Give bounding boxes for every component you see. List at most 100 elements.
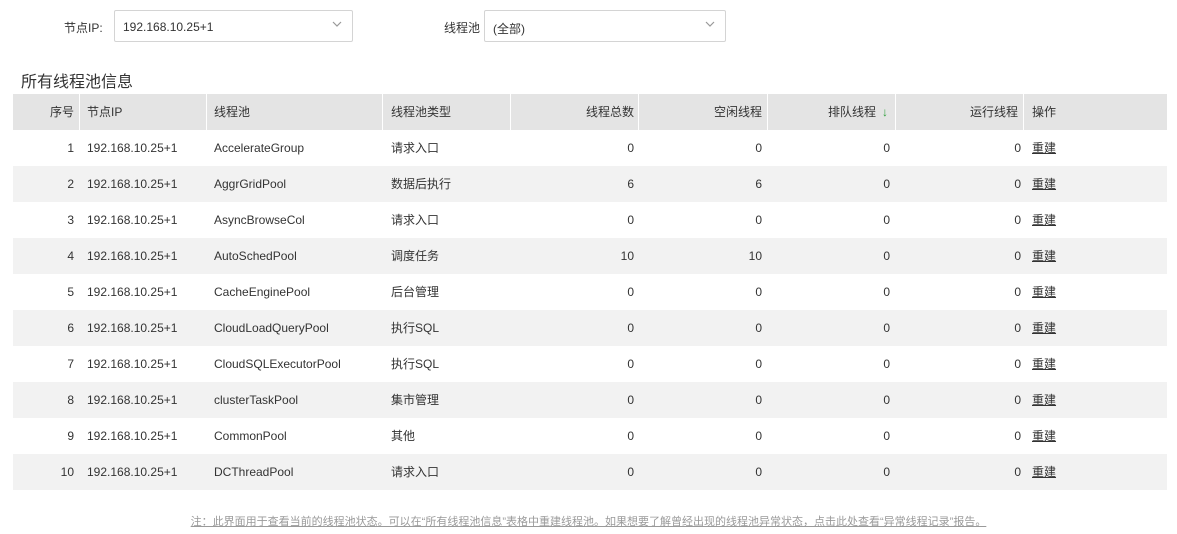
cell-queued-threads: 0 bbox=[883, 429, 890, 443]
cell-node-ip: 192.168.10.25+1 bbox=[87, 429, 178, 443]
table-row: 9 192.168.10.25+1 CommonPool 其他 0 0 0 0 重建 bbox=[13, 418, 1167, 454]
cell-index: 3 bbox=[67, 213, 74, 227]
col-header-queued-label: 排队线程 bbox=[827, 105, 876, 119]
cell-queued-threads: 0 bbox=[883, 357, 890, 371]
cell-total-threads: 0 bbox=[627, 141, 634, 155]
cell-node-ip: 192.168.10.25+1 bbox=[87, 177, 178, 191]
rebuild-link[interactable]: 重建 bbox=[1032, 238, 1056, 274]
cell-queued-threads: 0 bbox=[883, 213, 890, 227]
cell-total-threads: 0 bbox=[627, 393, 634, 407]
cell-node-ip: 192.168.10.25+1 bbox=[87, 213, 178, 227]
col-header-idle-threads[interactable]: 空闲线程 bbox=[643, 94, 762, 130]
cell-total-threads: 6 bbox=[627, 177, 634, 191]
cell-thread-pool: AsyncBrowseCol bbox=[214, 213, 305, 227]
cell-queued-threads: 0 bbox=[883, 465, 890, 479]
cell-index: 6 bbox=[67, 321, 74, 335]
cell-thread-pool: CloudSQLExecutorPool bbox=[214, 357, 341, 371]
cell-running-threads: 0 bbox=[1014, 141, 1021, 155]
cell-pool-type: 请求入口 bbox=[391, 465, 440, 479]
table-row: 5 192.168.10.25+1 CacheEnginePool 后台管理 0 0 0 0 重… bbox=[13, 274, 1167, 310]
cell-idle-threads: 10 bbox=[748, 249, 762, 263]
rebuild-link[interactable]: 重建 bbox=[1032, 418, 1056, 454]
rebuild-link[interactable]: 重建 bbox=[1032, 274, 1056, 310]
cell-index: 4 bbox=[67, 249, 74, 263]
col-header-queued-threads[interactable]: 排队线程 ↓ bbox=[771, 94, 888, 130]
cell-thread-pool: CloudLoadQueryPool bbox=[214, 321, 329, 335]
cell-thread-pool: CacheEnginePool bbox=[214, 285, 311, 299]
cell-queued-threads: 0 bbox=[883, 393, 890, 407]
cell-node-ip: 192.168.10.25+1 bbox=[87, 465, 178, 479]
col-header-node-ip[interactable]: 节点IP bbox=[87, 94, 122, 130]
table-header: 序号 节点IP 线程池 线程池类型 线程总数 空闲线程 排队线程 ↓ 运行线程 操… bbox=[13, 94, 1167, 130]
table-row: 1 192.168.10.25+1 AccelerateGroup 请求入口 0 0 0 0 重… bbox=[13, 130, 1167, 166]
rebuild-link[interactable]: 重建 bbox=[1032, 166, 1056, 202]
cell-node-ip: 192.168.10.25+1 bbox=[87, 321, 178, 335]
thread-pool-label: 线程池 bbox=[444, 21, 481, 35]
col-header-index[interactable]: 序号 bbox=[13, 94, 74, 130]
thread-pool-table: 序号 节点IP 线程池 线程池类型 线程总数 空闲线程 排队线程 ↓ 运行线程 操… bbox=[13, 94, 1167, 490]
cell-running-threads: 0 bbox=[1014, 285, 1021, 299]
node-ip-value: 192.168.10.25+1 bbox=[123, 20, 214, 34]
cell-pool-type: 请求入口 bbox=[391, 213, 440, 227]
chevron-down-icon bbox=[332, 21, 342, 27]
cell-idle-threads: 0 bbox=[755, 393, 762, 407]
cell-running-threads: 0 bbox=[1014, 249, 1021, 263]
cell-pool-type: 执行SQL bbox=[391, 321, 440, 335]
cell-total-threads: 0 bbox=[627, 285, 634, 299]
cell-idle-threads: 0 bbox=[755, 357, 762, 371]
cell-running-threads: 0 bbox=[1014, 213, 1021, 227]
cell-idle-threads: 0 bbox=[755, 321, 762, 335]
cell-index: 7 bbox=[67, 357, 74, 371]
col-header-actions: 操作 bbox=[1032, 105, 1057, 119]
cell-idle-threads: 0 bbox=[755, 465, 762, 479]
cell-running-threads: 0 bbox=[1014, 177, 1021, 191]
col-header-running-threads[interactable]: 运行线程 bbox=[899, 94, 1018, 130]
cell-pool-type: 数据后执行 bbox=[391, 177, 452, 191]
cell-node-ip: 192.168.10.25+1 bbox=[87, 249, 178, 263]
section-title: 所有线程池信息 bbox=[21, 74, 134, 91]
chevron-down-icon bbox=[705, 21, 715, 27]
rebuild-link[interactable]: 重建 bbox=[1032, 130, 1056, 166]
cell-running-threads: 0 bbox=[1014, 393, 1021, 407]
cell-total-threads: 0 bbox=[627, 465, 634, 479]
cell-index: 8 bbox=[67, 393, 74, 407]
cell-pool-type: 调度任务 bbox=[391, 249, 440, 263]
table-row: 4 192.168.10.25+1 AutoSchedPool 调度任务 10 10 0 0 重… bbox=[13, 238, 1167, 274]
cell-index: 10 bbox=[60, 465, 74, 479]
table-row: 6 192.168.10.25+1 CloudLoadQueryPool 执行SQL 0… bbox=[13, 310, 1167, 346]
cell-index: 2 bbox=[67, 177, 74, 191]
cell-thread-pool: CommonPool bbox=[214, 429, 287, 443]
cell-pool-type: 其他 bbox=[391, 429, 416, 443]
col-header-thread-pool[interactable]: 线程池 bbox=[214, 94, 250, 130]
table-row: 10 192.168.10.25+1 DCThreadPool 请求入口 0 0 0 0 重建 bbox=[13, 454, 1167, 490]
cell-pool-type: 执行SQL bbox=[391, 357, 440, 371]
rebuild-link[interactable]: 重建 bbox=[1032, 454, 1056, 490]
cell-running-threads: 0 bbox=[1014, 429, 1021, 443]
cell-pool-type: 请求入口 bbox=[391, 141, 440, 155]
cell-pool-type: 集市管理 bbox=[391, 393, 440, 407]
rebuild-link[interactable]: 重建 bbox=[1032, 310, 1056, 346]
cell-queued-threads: 0 bbox=[883, 285, 890, 299]
cell-queued-threads: 0 bbox=[883, 177, 890, 191]
col-header-total-threads[interactable]: 线程总数 bbox=[513, 94, 634, 130]
node-ip-select[interactable]: 192.168.10.25+1 bbox=[114, 10, 353, 42]
cell-node-ip: 192.168.10.25+1 bbox=[87, 141, 178, 155]
thread-pool-select[interactable]: (全部) bbox=[484, 10, 726, 42]
cell-queued-threads: 0 bbox=[883, 141, 890, 155]
cell-running-threads: 0 bbox=[1014, 321, 1021, 335]
cell-thread-pool: AutoSchedPool bbox=[214, 249, 297, 263]
cell-total-threads: 10 bbox=[620, 249, 634, 263]
cell-node-ip: 192.168.10.25+1 bbox=[87, 285, 178, 299]
node-ip-label: 节点IP: bbox=[64, 21, 103, 35]
cell-thread-pool: AccelerateGroup bbox=[214, 141, 305, 155]
rebuild-link[interactable]: 重建 bbox=[1032, 202, 1056, 238]
footer-note-link[interactable]: 注：此界面用于查看当前的线程池状态。可以在“所有线程池信息”表格中重建线程池。如… bbox=[0, 513, 1177, 529]
col-header-pool-type[interactable]: 线程池类型 bbox=[391, 94, 451, 130]
cell-total-threads: 0 bbox=[627, 321, 634, 335]
table-row: 8 192.168.10.25+1 clusterTaskPool 集市管理 0 0 0 0 重… bbox=[13, 382, 1167, 418]
rebuild-link[interactable]: 重建 bbox=[1032, 382, 1056, 418]
cell-running-threads: 0 bbox=[1014, 357, 1021, 371]
cell-index: 5 bbox=[67, 285, 74, 299]
cell-thread-pool: clusterTaskPool bbox=[214, 393, 299, 407]
rebuild-link[interactable]: 重建 bbox=[1032, 346, 1056, 382]
